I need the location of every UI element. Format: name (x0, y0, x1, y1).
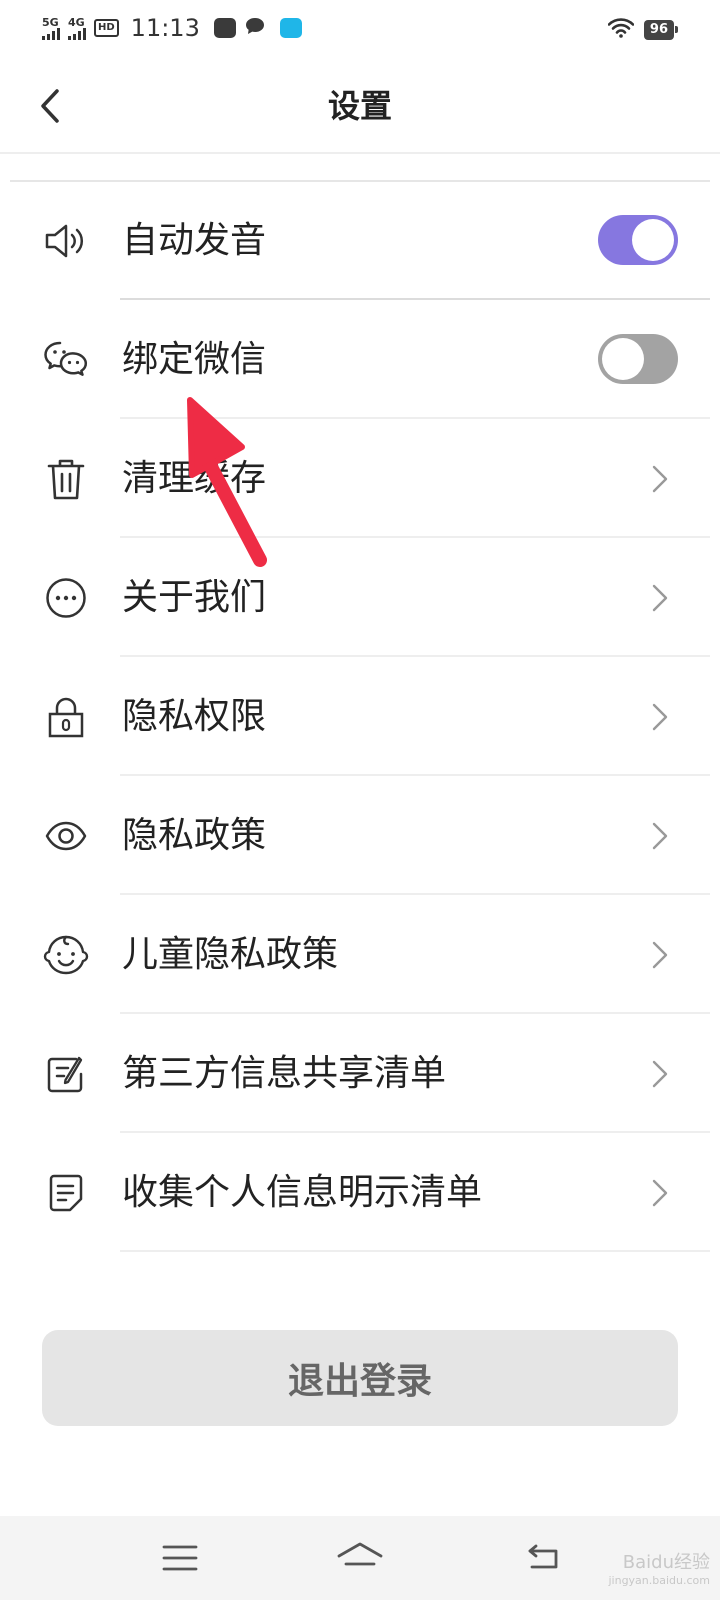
home-button[interactable] (336, 1534, 384, 1582)
setting-clear-cache[interactable]: 清理缓存 (0, 419, 720, 538)
setting-label: 隐私权限 (122, 696, 267, 737)
setting-label: 隐私政策 (122, 815, 267, 856)
logout-button[interactable]: 退出登录 (42, 1330, 678, 1426)
network-5g-label: 5G (42, 15, 59, 29)
chevron-right-icon (652, 703, 668, 731)
setting-label: 第三方信息共享清单 (122, 1053, 447, 1094)
back-nav-button[interactable] (520, 1534, 568, 1582)
setting-personal-info-collection-list[interactable]: 收集个人信息明示清单 (0, 1133, 720, 1252)
chevron-right-icon (652, 465, 668, 493)
chat-bubble-icon (244, 16, 266, 40)
chevron-right-icon (652, 822, 668, 850)
network-4g-label: 4G (68, 15, 85, 29)
setting-label: 儿童隐私政策 (122, 934, 339, 975)
youku-app-icon (213, 18, 236, 38)
wechat-icon (42, 336, 90, 384)
baby-face-icon (42, 931, 90, 979)
more-circle-icon (42, 574, 90, 622)
trash-icon (42, 455, 90, 503)
network-5g-indicator: 5G (42, 17, 60, 40)
status-right: 96 (607, 18, 679, 42)
annotation-arrow-icon (187, 397, 267, 567)
hd-badge: HD (94, 19, 119, 37)
setting-auto-pronounce[interactable]: 自动发音 (0, 181, 720, 300)
eye-icon (42, 812, 90, 860)
watermark-url: jingyan.baidu.com (608, 1574, 710, 1587)
status-time: 11:13 (130, 14, 200, 42)
system-nav-bar: Baidu经验 jingyan.baidu.com (0, 1516, 720, 1600)
menu-button[interactable] (156, 1534, 204, 1582)
battery-indicator: 96 (643, 20, 679, 40)
network-4g-indicator: 4G (68, 17, 86, 40)
toggle-knob (632, 219, 674, 261)
page-title: 设置 (327, 87, 392, 125)
chevron-right-icon (652, 584, 668, 612)
chevron-right-icon (652, 941, 668, 969)
bind-wechat-toggle[interactable] (598, 334, 678, 384)
setting-privacy-policy[interactable]: 隐私政策 (0, 776, 720, 895)
home-icon (337, 1542, 383, 1566)
setting-label: 收集个人信息明示清单 (122, 1172, 483, 1213)
setting-label: 关于我们 (122, 577, 267, 618)
setting-third-party-sharing-list[interactable]: 第三方信息共享清单 (0, 1014, 720, 1133)
wifi-icon (607, 18, 635, 42)
speaker-icon (42, 217, 90, 265)
lock-icon (42, 693, 90, 741)
baidu-watermark: Baidu经验 jingyan.baidu.com (608, 1554, 710, 1590)
toggle-knob (602, 338, 644, 380)
app-notification-icon (279, 18, 302, 38)
signal-bars-icon (42, 27, 60, 40)
watermark-brand: Baidu经验 (622, 1552, 710, 1573)
auto-pronounce-toggle[interactable] (598, 215, 678, 265)
chevron-right-icon (652, 1179, 668, 1207)
setting-bind-wechat[interactable]: 绑定微信 (0, 300, 720, 419)
signal-bars-icon (68, 27, 86, 40)
setting-label: 绑定微信 (122, 339, 267, 380)
header-bar: 设置 (0, 60, 720, 154)
setting-children-privacy-policy[interactable]: 儿童隐私政策 (0, 895, 720, 1014)
status-left: 5G 4G HD 11:13 (42, 14, 302, 42)
setting-label: 自动发音 (122, 220, 267, 261)
status-bar: 5G 4G HD 11:13 96 (0, 0, 720, 60)
chevron-right-icon (652, 1060, 668, 1088)
setting-about-us[interactable]: 关于我们 (0, 538, 720, 657)
menu-icon (162, 1545, 198, 1571)
document-icon (42, 1169, 90, 1217)
divider (120, 1250, 710, 1252)
return-icon (528, 1544, 558, 1569)
settings-list: 自动发音 绑定微信 清理缓存 关于我们 隐私权限 隐私政策 儿童隐私政策 第三方… (0, 181, 720, 1252)
edit-list-icon (42, 1050, 90, 1098)
setting-privacy-permissions[interactable]: 隐私权限 (0, 657, 720, 776)
